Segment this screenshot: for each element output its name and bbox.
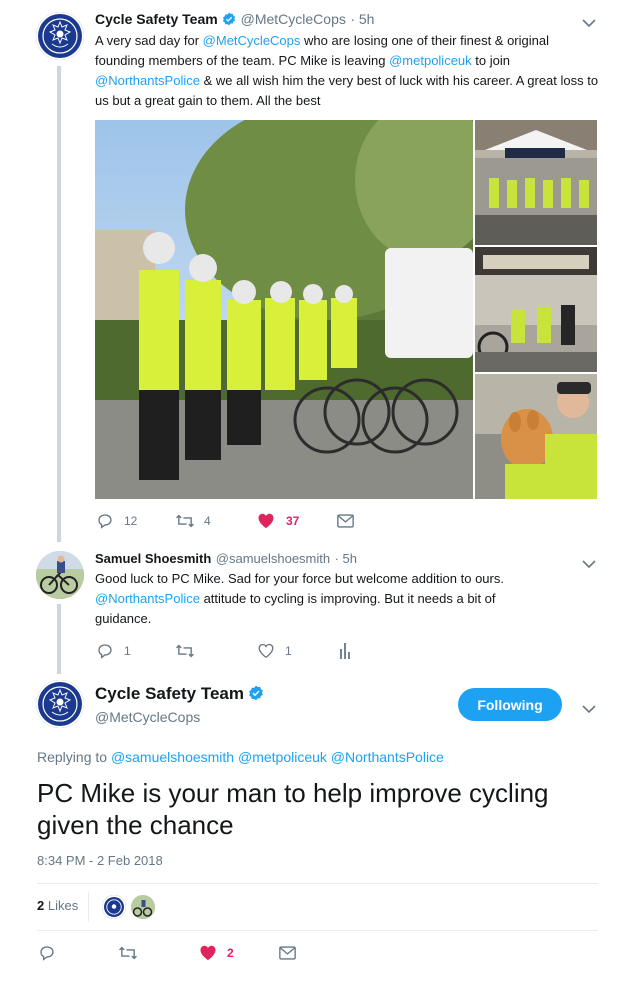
likes-label: Likes <box>47 898 79 913</box>
reply-button[interactable]: 1 <box>96 642 131 660</box>
retweet-button[interactable] <box>175 642 204 660</box>
avatar[interactable] <box>36 680 84 728</box>
like-button[interactable]: 37 <box>257 512 299 529</box>
reply-button[interactable]: 12 <box>96 512 137 530</box>
like-count: 1 <box>285 643 292 658</box>
tweet2-header: Samuel Shoesmith @samuelshoesmith · 5h <box>95 550 357 568</box>
replying-to: Replying to @samuelshoesmith @metpoliceu… <box>37 749 444 765</box>
reply-icon <box>98 644 112 659</box>
tweet-time[interactable]: · 5h <box>350 11 374 27</box>
dm-button[interactable] <box>337 514 354 528</box>
likes-divider <box>88 892 89 922</box>
dm-button[interactable] <box>279 946 296 960</box>
divider <box>37 930 598 931</box>
text-segment: A very sad day for <box>95 33 203 48</box>
photo-top-right[interactable] <box>475 120 597 245</box>
retweet-icon <box>176 644 194 658</box>
cyclist-photo <box>131 895 155 919</box>
heart-icon <box>258 513 274 528</box>
mention-link[interactable]: @metpoliceuk <box>389 53 472 68</box>
author-handle[interactable]: @samuelshoesmith <box>216 551 330 566</box>
police-crest-icon <box>42 686 78 722</box>
analytics-button[interactable] <box>339 643 351 659</box>
author-name[interactable]: Cycle Safety Team <box>95 684 244 703</box>
tweet1-text: A very sad day for @MetCycleCops who are… <box>95 31 600 111</box>
liker-avatar[interactable] <box>131 895 155 919</box>
thread-line-top <box>57 66 61 542</box>
tweet2-text: Good luck to PC Mike. Sad for your force… <box>95 569 555 629</box>
retweet-button[interactable]: 4 <box>175 512 211 530</box>
tweet-time[interactable]: · 5h <box>335 551 357 566</box>
envelope-icon <box>337 514 354 528</box>
reply-icon <box>40 946 54 961</box>
envelope-icon <box>279 946 296 960</box>
police-crest-icon <box>42 18 78 54</box>
heart-outline-icon <box>258 643 274 659</box>
photo-bottom-right[interactable] <box>475 374 597 499</box>
likes-count: 2 <box>37 898 45 913</box>
following-button[interactable]: Following <box>458 688 562 721</box>
author-handle[interactable]: @MetCycleCops <box>95 709 200 725</box>
liker-avatar[interactable] <box>102 895 126 919</box>
replying-label: Replying to <box>37 749 108 765</box>
text-segment: to join <box>471 53 510 68</box>
retweet-button[interactable] <box>118 944 138 962</box>
heart-icon <box>200 945 216 960</box>
retweet-count: 4 <box>204 514 211 528</box>
mention-link[interactable]: @MetCycleCops <box>203 33 301 48</box>
mention-link[interactable]: @samuelshoesmith <box>111 749 234 765</box>
divider <box>37 883 598 884</box>
reply-button[interactable] <box>38 944 56 962</box>
like-button[interactable]: 2 <box>199 944 234 961</box>
author-name[interactable]: Cycle Safety Team <box>95 11 218 27</box>
main-tweet-text: PC Mike is your man to help improve cycl… <box>37 778 549 840</box>
verified-badge-icon <box>248 685 264 706</box>
like-button[interactable]: 1 <box>257 642 292 659</box>
photo-middle-right[interactable] <box>475 247 597 372</box>
thread-line-middle <box>57 604 61 674</box>
cyclist-photo <box>36 551 84 599</box>
text-segment: Good luck to PC Mike. Sad for your force… <box>95 571 504 586</box>
verified-badge-icon <box>222 12 236 31</box>
retweet-icon <box>119 946 137 960</box>
author-handle[interactable]: @MetCycleCops <box>241 11 346 27</box>
author-name[interactable]: Samuel Shoesmith <box>95 551 211 566</box>
photo-main[interactable] <box>95 120 473 499</box>
tweet1-header: Cycle Safety Team @MetCycleCops · 5h <box>95 11 374 29</box>
main-author-name-row: Cycle Safety Team <box>95 684 264 706</box>
reply-count: 1 <box>124 644 131 658</box>
retweet-icon <box>176 514 194 528</box>
tweet-timestamp[interactable]: 8:34 PM - 2 Feb 2018 <box>37 853 163 868</box>
mention-link[interactable]: @NorthantsPolice <box>95 73 200 88</box>
police-crest-icon <box>106 899 122 915</box>
mention-link[interactable]: @NorthantsPolice <box>331 749 444 765</box>
mention-link[interactable]: @metpoliceuk <box>238 749 327 765</box>
mention-link[interactable]: @NorthantsPolice <box>95 591 200 606</box>
bar-chart-icon <box>340 643 350 659</box>
reply-icon <box>98 514 112 529</box>
avatar[interactable] <box>36 12 84 60</box>
chevron-down-icon[interactable] <box>582 701 596 719</box>
reply-count: 12 <box>124 514 138 528</box>
chevron-down-icon[interactable] <box>582 556 596 574</box>
like-count: 37 <box>286 513 300 528</box>
like-count: 2 <box>227 945 234 960</box>
avatar[interactable] <box>36 551 84 599</box>
likes-summary[interactable]: 2 Likes <box>37 898 78 913</box>
